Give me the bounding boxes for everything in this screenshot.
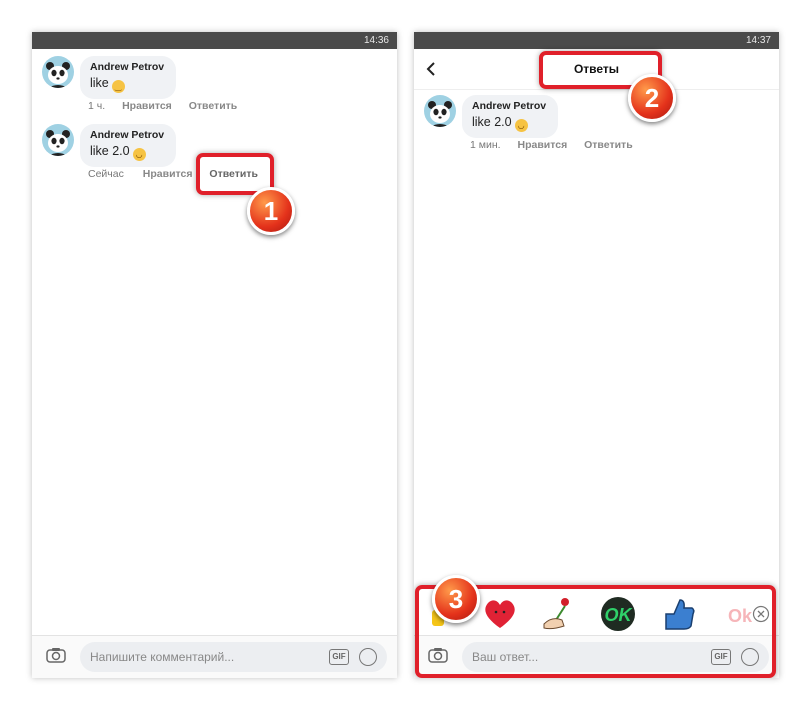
like-button[interactable]: Нравится	[517, 139, 567, 151]
panda-avatar-icon	[46, 62, 70, 88]
panda-avatar-icon	[46, 130, 70, 156]
avatar[interactable]	[42, 124, 74, 156]
comment-time: 1 ч.	[88, 100, 106, 112]
reply-button[interactable]: Ответить	[189, 100, 238, 112]
step-number: 3	[448, 584, 464, 614]
comment-author[interactable]: Andrew Petrov	[90, 61, 164, 73]
like-button[interactable]: Нравится	[143, 168, 193, 180]
grinning-emoji-icon: ‿	[111, 80, 125, 93]
comment-time: Сейчас	[88, 168, 124, 180]
avatar[interactable]	[42, 56, 74, 88]
smiling-emoji-icon: ◡	[132, 148, 146, 161]
step-number: 2	[644, 83, 660, 113]
gif-label: GIF	[332, 652, 346, 661]
camera-icon[interactable]	[46, 647, 66, 663]
gif-icon[interactable]: GIF	[329, 649, 349, 665]
comment-time: 1 мин.	[470, 139, 501, 151]
status-bar: 14:36	[32, 32, 397, 49]
comment-author[interactable]: Andrew Petrov	[472, 100, 546, 112]
reply-button[interactable]: Ответить	[584, 139, 633, 151]
status-time: 14:37	[745, 35, 771, 46]
panda-avatar-icon	[428, 101, 452, 127]
like-button[interactable]: Нравится	[122, 100, 172, 112]
comment-bubble: Andrew Petrov like 2.0 ◡	[462, 95, 559, 138]
step-badge-2: 2	[628, 74, 676, 122]
status-bar: 14:37	[414, 32, 779, 49]
smiling-emoji-icon: ◡	[514, 119, 528, 132]
comment-input-placeholder: Напишите комментарий...	[90, 650, 235, 664]
status-time: 14:36	[363, 35, 389, 46]
comment-author[interactable]: Andrew Petrov	[90, 129, 164, 141]
comment-input[interactable]: Напишите комментарий... GIF	[80, 642, 387, 672]
comment-text: like	[90, 76, 109, 90]
comment-meta: 1 ч. Нравится Ответить	[88, 100, 251, 112]
comment-bubble: Andrew Petrov like ‿	[80, 56, 177, 99]
comment-text: like 2.0	[472, 115, 512, 129]
step-number: 1	[263, 196, 279, 226]
step-badge-3: 3	[432, 575, 480, 623]
comment-input-bar: Напишите комментарий... GIF	[32, 635, 397, 678]
step-badge-1: 1	[247, 187, 295, 235]
comment-bubble: Andrew Petrov like 2.0 ◡	[80, 124, 177, 167]
left-screen: 14:36 Andrew Petrov like ‿ 1 ч. Нравится …	[32, 32, 397, 678]
emoji-icon[interactable]	[359, 648, 377, 666]
comment-text: like 2.0	[90, 144, 130, 158]
avatar[interactable]	[424, 95, 456, 127]
comment-meta: 1 мин. Нравится Ответить	[470, 139, 647, 151]
